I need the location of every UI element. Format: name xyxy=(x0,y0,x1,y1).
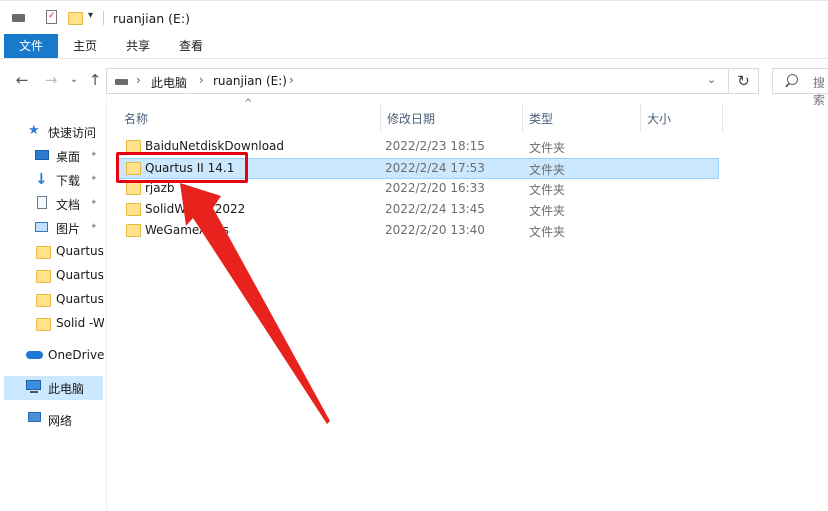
download-icon: ↓ xyxy=(35,170,48,188)
search-icon-handle xyxy=(785,82,790,88)
network-icon xyxy=(28,412,41,422)
file-modified: 2022/2/20 16:33 xyxy=(385,181,485,195)
tab-share[interactable]: 共享 xyxy=(116,34,160,58)
tab-file[interactable]: 文件 xyxy=(4,34,58,58)
drive-icon xyxy=(12,14,25,22)
sidebar-item-folder[interactable]: Solid -W xyxy=(0,312,104,336)
column-header-modified[interactable]: 修改日期 xyxy=(381,104,523,132)
folder-icon xyxy=(36,294,51,307)
document-icon xyxy=(37,196,47,209)
sidebar-item-pictures[interactable]: 图片 ✦ xyxy=(0,216,104,240)
customize-toolbar-icon[interactable]: ▾ xyxy=(88,10,93,21)
back-arrow-icon[interactable]: ← xyxy=(13,71,31,89)
folder-icon xyxy=(126,182,141,195)
folder-icon xyxy=(36,318,51,331)
sidebar-item-downloads[interactable]: ↓ 下载 ✦ xyxy=(0,168,104,192)
ribbon: 文件 主页 共享 查看 xyxy=(0,34,828,59)
title-bar: ✓ ▾ ruanjian (E:) xyxy=(0,0,828,35)
file-name: WeGameApps xyxy=(145,223,229,237)
pictures-icon xyxy=(35,222,48,232)
file-type: 文件夹 xyxy=(529,204,566,218)
navigation-pane: ★ 快速访问 桌面 ✦ ↓ 下载 ✦ 文档 ✦ 图片 ✦ Quartus Qua… xyxy=(0,108,104,511)
recent-locations-icon[interactable]: ⌄ xyxy=(65,71,83,89)
sidebar-item-folder[interactable]: Quartus xyxy=(0,264,104,288)
search-placeholder: 搜索 xyxy=(813,76,826,107)
file-modified: 2022/2/24 13:45 xyxy=(385,202,485,216)
file-name: BaiduNetdiskDownload xyxy=(145,139,285,153)
chevron-right-icon[interactable]: › xyxy=(199,73,204,87)
new-folder-icon[interactable] xyxy=(68,12,83,25)
up-arrow-icon[interactable]: ↑ xyxy=(86,71,104,89)
sidebar-item-label: Quartus xyxy=(56,292,104,306)
sidebar-item-documents[interactable]: 文档 ✦ xyxy=(0,192,104,216)
breadcrumb-this-pc[interactable]: 此电脑 xyxy=(151,74,187,91)
sidebar-item-onedrive[interactable]: OneDrive xyxy=(0,344,104,368)
file-modified: 2022/2/20 13:40 xyxy=(385,223,485,237)
file-row[interactable]: SolidWorks 2022 2022/2/24 13:45 文件夹 xyxy=(118,199,719,220)
sidebar-item-network[interactable]: 网络 xyxy=(0,408,104,432)
sidebar-item-label: 网络 xyxy=(48,414,73,428)
column-headers: 名称 修改日期 类型 大小 xyxy=(118,104,723,132)
chevron-down-icon[interactable]: ⌄ xyxy=(707,73,716,86)
file-type: 文件夹 xyxy=(529,183,566,197)
cloud-icon xyxy=(26,351,43,359)
folder-icon xyxy=(126,224,141,237)
tab-view[interactable]: 查看 xyxy=(169,34,213,58)
column-header-type[interactable]: 类型 xyxy=(523,104,641,132)
column-header-size[interactable]: 大小 xyxy=(641,104,723,132)
column-header-name[interactable]: 名称 xyxy=(118,104,381,132)
navigation-bar: ← → ⌄ ↑ › 此电脑 › ruanjian (E:) › ⌄ ↻ 搜索 xyxy=(0,62,828,107)
chevron-right-icon: › xyxy=(136,73,141,87)
sidebar-item-label: 此电脑 xyxy=(48,382,85,396)
sidebar-item-folder[interactable]: Quartus xyxy=(0,288,104,312)
breadcrumb-drive[interactable]: ruanjian (E:) xyxy=(213,74,287,88)
forward-arrow-icon[interactable]: → xyxy=(42,71,60,89)
sidebar-item-label: OneDrive xyxy=(48,348,104,362)
computer-icon xyxy=(26,380,41,390)
refresh-button[interactable]: ↻ xyxy=(729,68,759,94)
file-row[interactable]: WeGameApps 2022/2/20 13:40 文件夹 xyxy=(118,220,719,241)
file-type: 文件夹 xyxy=(529,225,566,239)
sidebar-item-quick-access[interactable]: ★ 快速访问 xyxy=(0,120,104,144)
sidebar-item-label: Quartus xyxy=(56,268,104,282)
file-name: SolidWorks 2022 xyxy=(145,202,246,216)
tab-home[interactable]: 主页 xyxy=(63,34,107,58)
annotation-highlight-box xyxy=(116,152,248,183)
computer-stand xyxy=(30,391,38,393)
folder-icon xyxy=(126,203,141,216)
pin-icon: ✦ xyxy=(90,150,98,160)
properties-icon[interactable]: ✓ xyxy=(46,10,57,24)
file-name: rjazb xyxy=(145,181,175,195)
sidebar-item-this-pc[interactable]: 此电脑 xyxy=(4,376,103,400)
pin-icon: ✦ xyxy=(90,198,98,208)
file-type: 文件夹 xyxy=(529,141,566,155)
title-divider xyxy=(103,11,104,25)
pin-icon: ✦ xyxy=(90,222,98,232)
chevron-right-icon[interactable]: › xyxy=(289,73,294,87)
star-icon: ★ xyxy=(28,123,40,138)
desktop-icon xyxy=(35,150,49,160)
file-modified: 2022/2/24 17:53 xyxy=(385,161,485,175)
search-box[interactable]: 搜索 xyxy=(772,68,828,107)
sidebar-item-label: 快速访问 xyxy=(48,126,97,140)
file-modified: 2022/2/23 18:15 xyxy=(385,139,485,153)
folder-icon xyxy=(36,270,51,283)
sidebar-item-label: Quartus xyxy=(56,244,104,258)
sidebar-item-label: Solid -W xyxy=(56,316,104,330)
pane-divider[interactable] xyxy=(106,100,107,511)
folder-icon xyxy=(36,246,51,259)
sidebar-item-folder[interactable]: Quartus xyxy=(0,240,104,264)
sidebar-item-desktop[interactable]: 桌面 ✦ xyxy=(0,144,104,168)
window-title: ruanjian (E:) xyxy=(113,11,191,26)
pin-icon: ✦ xyxy=(90,174,98,184)
drive-icon xyxy=(115,79,128,85)
file-type: 文件夹 xyxy=(529,163,566,177)
address-bar[interactable]: › 此电脑 › ruanjian (E:) › ⌄ xyxy=(106,68,729,94)
